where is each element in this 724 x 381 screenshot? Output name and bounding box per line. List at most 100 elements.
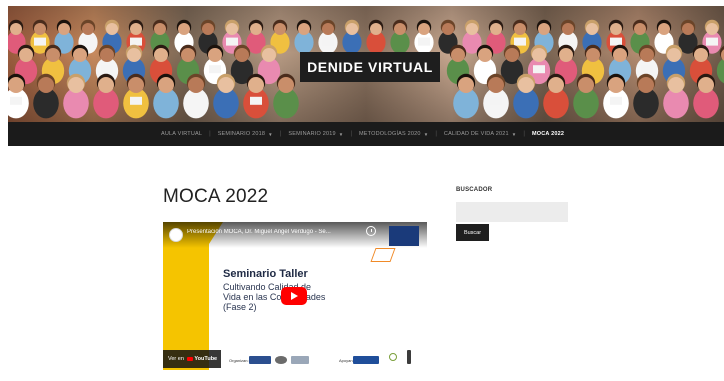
- person-face: [505, 48, 519, 62]
- person-face: [706, 23, 718, 35]
- person-face: [698, 77, 714, 93]
- person-face: [658, 23, 670, 35]
- person-face: [188, 77, 204, 93]
- person-face: [518, 77, 534, 93]
- nav-separator: |: [279, 131, 282, 137]
- nav-item-metodolog-as-2020[interactable]: METODOLOGÍAS 2020 ▼: [359, 131, 428, 137]
- person-face: [451, 48, 465, 62]
- nav-separator: |: [350, 131, 352, 137]
- person-face: [46, 48, 60, 62]
- nav-item-label: CALIDAD DE VIDA 2021: [443, 131, 509, 137]
- slide-decoration-shape: [370, 248, 396, 262]
- nav-item-label: METODOLOGÍAS 2020: [359, 131, 421, 137]
- person-face: [478, 48, 492, 62]
- person-face: [640, 48, 654, 62]
- person-face: [248, 77, 264, 93]
- person-face: [68, 77, 84, 93]
- person-face: [458, 77, 474, 93]
- watch-later-icon[interactable]: [366, 226, 376, 236]
- supporter-logo: [407, 350, 411, 364]
- person-face: [559, 48, 573, 62]
- youtube-logo: YouTube: [187, 356, 217, 362]
- nav-item-label: SEMINARIO 2018: [217, 131, 266, 137]
- person-face: [82, 23, 94, 35]
- search-widget-title: BUSCADOR: [456, 187, 493, 193]
- video-title[interactable]: Presentación MOCA, Dr. Miguel Ángel Verd…: [187, 229, 357, 235]
- person-face: [250, 23, 262, 35]
- person-face: [548, 77, 564, 93]
- header-banner-photo: DENIDE VIRTUAL: [8, 6, 724, 122]
- search-input[interactable]: [456, 202, 568, 222]
- person-face: [181, 48, 195, 62]
- person-face: [226, 23, 238, 35]
- person-face: [586, 48, 600, 62]
- person-face: [488, 77, 504, 93]
- nav-item-label: MOCA 2022: [531, 131, 565, 137]
- person-face: [178, 23, 190, 35]
- certificate-paper: [130, 96, 142, 105]
- person-face: [106, 23, 118, 35]
- person-face: [578, 77, 594, 93]
- person-face: [158, 77, 174, 93]
- certificate-paper: [706, 37, 718, 46]
- supporter-logo: [353, 356, 379, 364]
- certificate-paper: [130, 37, 142, 46]
- chevron-down-icon: ▼: [511, 131, 517, 137]
- nav-item-moca-2022[interactable]: MOCA 2022: [532, 131, 564, 137]
- person-face: [514, 23, 526, 35]
- nav-item-calidad-de-vida-2021[interactable]: CALIDAD DE VIDA 2021 ▼: [444, 131, 517, 137]
- person-face: [202, 23, 214, 35]
- certificate-paper: [533, 65, 545, 74]
- certificate-paper: [490, 96, 502, 105]
- person-face: [128, 77, 144, 93]
- person-face: [235, 48, 249, 62]
- person-face: [130, 23, 142, 35]
- watch-on-youtube-button[interactable]: Ver en YouTube: [163, 350, 221, 368]
- person-face: [634, 23, 646, 35]
- person-face: [274, 23, 286, 35]
- person-face: [586, 23, 598, 35]
- nav-item-seminario-2018[interactable]: SEMINARIO 2018 ▼: [218, 131, 273, 137]
- nav-item-seminario-2019[interactable]: SEMINARIO 2019 ▼: [288, 131, 343, 137]
- chevron-down-icon: ▼: [423, 131, 429, 137]
- person-face: [667, 48, 681, 62]
- watch-on-label: Ver en: [168, 356, 184, 362]
- person-face: [19, 48, 33, 62]
- supporter-logo: [389, 353, 397, 361]
- person-face: [127, 48, 141, 62]
- person-face: [490, 23, 502, 35]
- certificate-paper: [610, 96, 622, 105]
- person-face: [562, 23, 574, 35]
- certificate-paper: [641, 65, 653, 74]
- person-face: [34, 23, 46, 35]
- share-icon[interactable]: [389, 226, 419, 246]
- person-face: [682, 23, 694, 35]
- embedded-video-player[interactable]: Presentación MOCA, Dr. Miguel Ángel Verd…: [163, 222, 427, 370]
- nav-separator: |: [523, 131, 525, 137]
- nav-item-aula-virtual[interactable]: AULA VIRTUAL: [161, 131, 202, 137]
- channel-avatar[interactable]: [169, 228, 183, 242]
- person-face: [638, 77, 654, 93]
- certificate-paper: [226, 37, 238, 46]
- site-title[interactable]: DENIDE VIRTUAL: [300, 52, 440, 82]
- person-face: [532, 48, 546, 62]
- nav-separator: |: [435, 131, 437, 137]
- supporters-label: Apoyan:: [339, 358, 354, 363]
- search-button[interactable]: Buscar: [456, 224, 489, 241]
- certificate-paper: [101, 65, 113, 74]
- person-face: [38, 77, 54, 93]
- person-face: [208, 48, 222, 62]
- person-face: [538, 23, 550, 35]
- person-face: [466, 23, 478, 35]
- person-face: [218, 77, 234, 93]
- person-face: [100, 48, 114, 62]
- person-face: [370, 23, 382, 35]
- person-body: [716, 58, 724, 84]
- nav-separator: |: [209, 131, 211, 137]
- person-face: [154, 48, 168, 62]
- organizer-logo: [275, 356, 287, 364]
- person-face: [98, 77, 114, 93]
- certificate-paper: [250, 96, 262, 105]
- play-button[interactable]: [281, 287, 307, 305]
- person-face: [8, 77, 24, 93]
